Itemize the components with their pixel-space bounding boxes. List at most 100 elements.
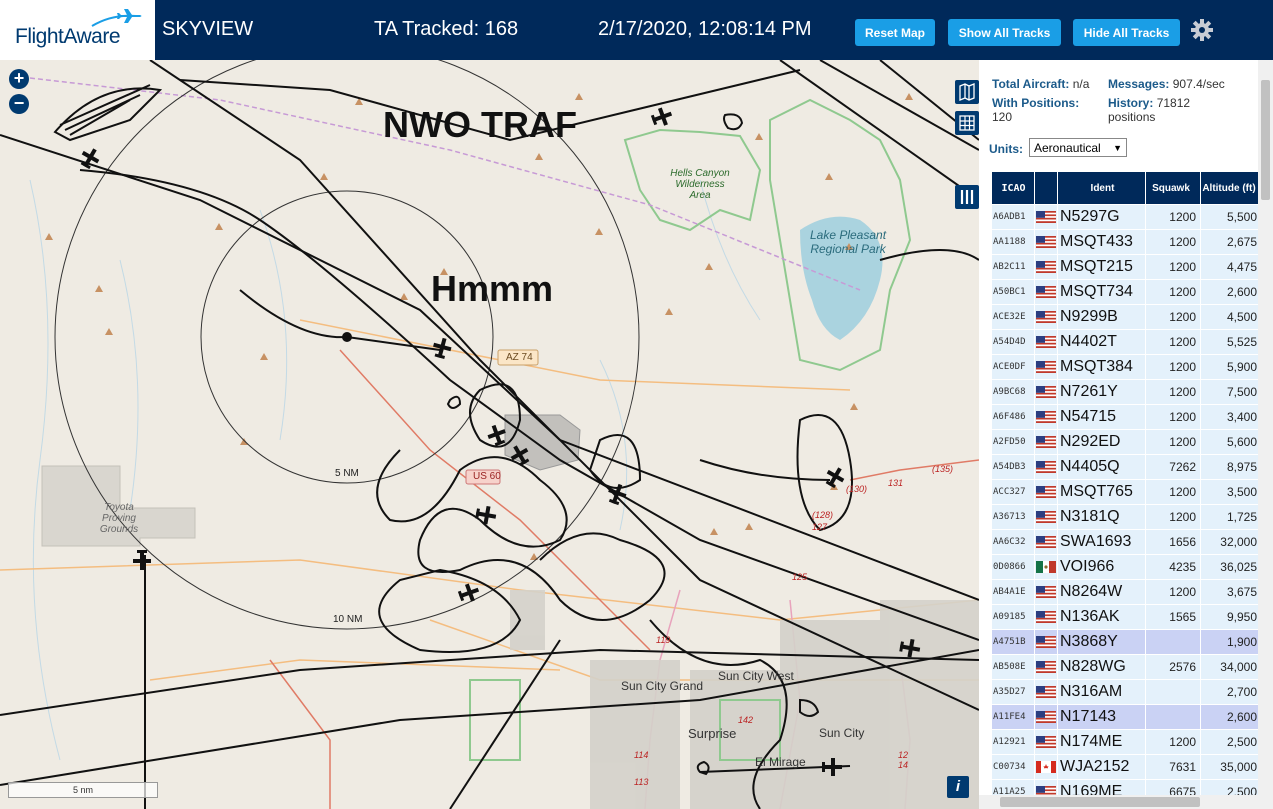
messages-label: Messages: xyxy=(1108,77,1170,91)
grid-icon[interactable] xyxy=(955,111,979,135)
route-label: 131 xyxy=(888,478,904,488)
map-canvas[interactable]: + − NWO TRAF Hmmm 5 NM 10 NM AZ 74 US 60… xyxy=(0,60,979,809)
table-row[interactable]: AB508E N828WG 2576 34,000 xyxy=(992,655,1269,679)
table-row[interactable]: 0D0866 VOI966 4235 36,025 xyxy=(992,555,1269,579)
route-label: (130) xyxy=(846,484,868,494)
units-select[interactable]: Aeronautical ▼ xyxy=(1029,138,1127,157)
cell-squawk: 1200 xyxy=(1146,580,1200,604)
history-stat: History: 71812 positions xyxy=(1108,96,1218,124)
road-shield-az74: AZ 74 xyxy=(506,352,533,363)
table-row[interactable]: A9BC68N7261Y12007,500▼ xyxy=(992,380,1269,404)
table-row[interactable]: A54DB3N4405Q72628,975▲ xyxy=(992,455,1269,479)
cell-squawk: 1200 xyxy=(1146,355,1200,379)
cell-icao: AA1188 xyxy=(992,230,1034,254)
cell-altitude: 3,675 xyxy=(1201,580,1259,604)
place-lake-pleasant: Lake Pleasant Regional Park xyxy=(809,228,887,256)
table-row[interactable]: AB2C11MSQT21512004,475▼ xyxy=(992,255,1269,279)
us-flag-icon xyxy=(1035,480,1057,504)
cell-altitude: 5,500 xyxy=(1201,205,1259,229)
cell-ident: MSQT433 xyxy=(1058,230,1145,254)
cell-altitude: 32,000 xyxy=(1201,530,1259,554)
us-flag-icon xyxy=(1035,530,1057,554)
cell-squawk xyxy=(1146,680,1200,704)
cell-ident: N7261Y xyxy=(1058,380,1145,404)
us-flag-icon xyxy=(1035,430,1057,454)
cell-altitude: 8,975 xyxy=(1201,455,1259,479)
reset-map-button[interactable]: Reset Map xyxy=(855,19,935,46)
table-row[interactable]: AA6C32 SWA1693 1656 32,000 xyxy=(992,530,1269,554)
table-row[interactable]: A6ADB1 N5297G 1200 5,500 xyxy=(992,205,1269,229)
table-row[interactable]: AA1188MSQT43312002,675▼ xyxy=(992,230,1269,254)
us-flag-icon xyxy=(1035,305,1057,329)
table-row[interactable]: A4751B N3868Y 1,900 xyxy=(992,630,1269,654)
table-row[interactable]: A6F486 N54715 1200 3,400 xyxy=(992,405,1269,429)
tracked-count: TA Tracked: 168 xyxy=(374,18,519,40)
column-header-icao[interactable]: ICAO xyxy=(992,172,1034,204)
table-row[interactable]: A50BC1MSQT73412002,600▲ xyxy=(992,280,1269,304)
sidebar-scrollbar-thumb[interactable] xyxy=(1261,80,1270,200)
cell-ident: N828WG xyxy=(1058,655,1145,679)
map-layer-icon[interactable] xyxy=(955,80,979,104)
zoom-out-button[interactable]: − xyxy=(9,94,29,114)
cell-ident: N3181Q xyxy=(1058,505,1145,529)
cell-ident: WJA2152 xyxy=(1058,755,1145,779)
column-header-squawk[interactable]: Squawk xyxy=(1146,172,1200,204)
table-row[interactable]: ACE0DFMSQT38412005,900▲ xyxy=(992,355,1269,379)
table-row[interactable]: C00734 WJA2152 7631 35,000 xyxy=(992,755,1269,779)
cell-icao: ACE32E xyxy=(992,305,1034,329)
table-row[interactable]: ACE32E N9299B 1200 4,500 xyxy=(992,305,1269,329)
gear-icon[interactable] xyxy=(1190,18,1214,42)
us-flag-icon xyxy=(1035,680,1057,704)
cell-ident: MSQT765 xyxy=(1058,480,1145,504)
table-row[interactable]: A36713 N3181Q 1200 1,725 xyxy=(992,505,1269,529)
cell-squawk: 1200 xyxy=(1146,730,1200,754)
us-flag-icon xyxy=(1035,730,1057,754)
total-aircraft-value: n/a xyxy=(1072,77,1090,91)
map-base-layer xyxy=(0,60,979,809)
aircraft-table: ICAO Ident Squawk Altitude (ft) A6ADB1 N5… xyxy=(991,171,1270,805)
us-flag-icon xyxy=(1035,630,1057,654)
table-row[interactable]: A35D27 N316AM 2,700 xyxy=(992,680,1269,704)
hide-all-tracks-button[interactable]: Hide All Tracks xyxy=(1073,19,1180,46)
cell-icao: AB2C11 xyxy=(992,255,1034,279)
cell-squawk xyxy=(1146,705,1200,729)
table-row[interactable]: A2FD50 N292ED 1200 5,600 xyxy=(992,430,1269,454)
cell-ident: MSQT384 xyxy=(1058,355,1145,379)
cell-icao: ACE0DF xyxy=(992,355,1034,379)
cell-squawk: 1200 xyxy=(1146,380,1200,404)
messages-value: 907.4/sec xyxy=(1172,77,1225,91)
column-header-flag[interactable] xyxy=(1035,172,1057,204)
scale-bar: 5 nm xyxy=(8,782,158,798)
route-label: 125 xyxy=(792,572,808,582)
table-row[interactable]: AB4A1EN8264W12003,675▲ xyxy=(992,580,1269,604)
table-row[interactable]: A54D4D N4402T 1200 5,525 xyxy=(992,330,1269,354)
cell-icao: AB508E xyxy=(992,655,1034,679)
columns-icon[interactable] xyxy=(955,185,979,209)
table-row[interactable]: A09185 N136AK 1565 9,950 xyxy=(992,605,1269,629)
table-row[interactable]: A11FE4N171432,600▼ xyxy=(992,705,1269,729)
cell-icao: A09185 xyxy=(992,605,1034,629)
cell-ident: N17143 xyxy=(1058,705,1145,729)
route-label: (128) xyxy=(812,510,834,520)
site-name: SKYVIEW xyxy=(162,18,254,40)
sidebar-horizontal-scrollbar-thumb[interactable] xyxy=(1000,797,1200,807)
flightaware-logo[interactable]: FlightAware xyxy=(0,0,155,60)
cell-icao: ACC327 xyxy=(992,480,1034,504)
cell-icao: C00734 xyxy=(992,755,1034,779)
table-row[interactable]: A12921 N174ME 1200 2,500 xyxy=(992,730,1269,754)
zoom-in-button[interactable]: + xyxy=(9,69,29,89)
cell-squawk: 1656 xyxy=(1146,530,1200,554)
cell-altitude: 2,700 xyxy=(1201,680,1259,704)
info-button[interactable]: i xyxy=(947,776,969,798)
cell-icao: A50BC1 xyxy=(992,280,1034,304)
table-row[interactable]: ACC327MSQT76512003,500▼ xyxy=(992,480,1269,504)
cell-altitude: 7,500 xyxy=(1201,380,1259,404)
us-flag-icon xyxy=(1035,605,1057,629)
cell-ident: N5297G xyxy=(1058,205,1145,229)
column-header-altitude[interactable]: Altitude (ft) xyxy=(1201,172,1259,204)
show-all-tracks-button[interactable]: Show All Tracks xyxy=(948,19,1061,46)
cell-icao: 0D0866 xyxy=(992,555,1034,579)
column-header-ident[interactable]: Ident xyxy=(1058,172,1145,204)
us-flag-icon xyxy=(1035,580,1057,604)
cell-squawk: 7262 xyxy=(1146,455,1200,479)
